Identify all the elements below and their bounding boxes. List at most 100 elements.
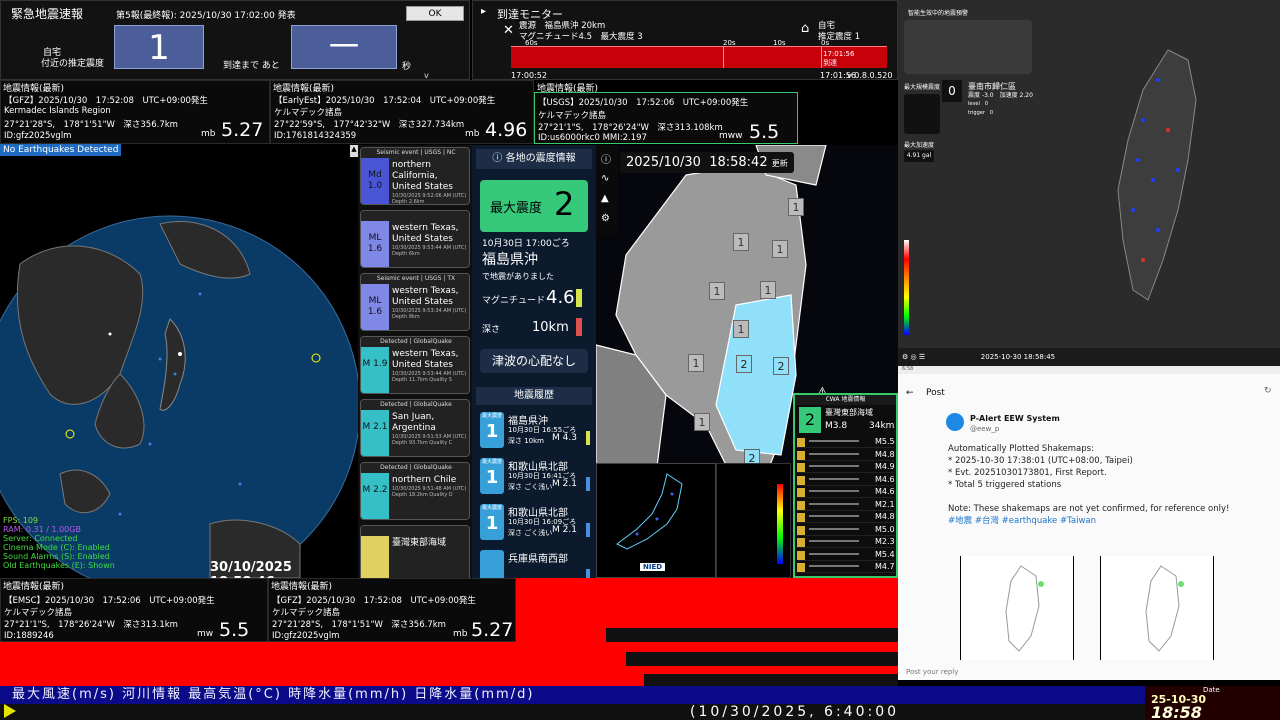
jp-occurred-text: で地震がありました xyxy=(482,272,554,281)
seismic-event-card[interactable]: Detected | GlobalQuake M 1.9 western Texas… xyxy=(360,336,470,394)
target-icon[interactable]: ◎ xyxy=(911,353,917,361)
cwa-row-badge xyxy=(797,450,805,460)
card-magnitude: ML 1.6 xyxy=(361,284,389,330)
cwa-row-mag: M2.1 xyxy=(875,499,895,509)
shakemap-image[interactable] xyxy=(960,556,1074,660)
post-author-handle[interactable]: @eew_p xyxy=(970,425,999,433)
history-row[interactable]: 最大震度 1 和歌山県北部 10月30日 16:09ごろ 深さ ごく浅い M 2.1 xyxy=(478,501,592,543)
jp-depth-bar xyxy=(576,318,582,336)
cwa-row[interactable]: M4.8 xyxy=(797,512,895,523)
jp-intensity-header: ⓘ 各地の震度情報 xyxy=(476,149,592,169)
eew-issue-info: 第5報(最終報): 2025/10/30 17:02:00 発表 xyxy=(116,11,296,21)
fps-stat: FPS: 109 xyxy=(3,516,39,525)
history-row[interactable]: 最大震度 1 和歌山県北部 10月30日 16:41ごろ 深さ ごく浅い M 2.1 xyxy=(478,455,592,497)
intensity-marker: 1 xyxy=(760,281,776,299)
seismic-event-card[interactable]: Seismic event | USGS | TX ML 1.6 western T… xyxy=(360,273,470,331)
globe-view[interactable]: No Earthquakes Detected FPS: 109 RAM: 0.… xyxy=(0,144,358,578)
history-depth: 深さ ごく浅い xyxy=(508,529,553,537)
cwa-row[interactable]: M5.5 xyxy=(797,437,895,448)
seismic-event-card[interactable]: Detected | GlobalQuake M 2.2 northern Chil… xyxy=(360,462,470,520)
history-row[interactable]: 最大震度 1 福島県沖 10月30日 16:55ごろ 深さ 10km M 4.3 xyxy=(478,409,592,451)
info-header: 地震情報(最新) xyxy=(3,84,65,94)
card-place: western Texas, United States xyxy=(392,223,459,244)
seismic-event-card[interactable]: Detected | GlobalQuake M 2.1 San Juan, Arg… xyxy=(360,399,470,457)
post-line: Note: These shakemaps are not yet confir… xyxy=(948,504,1230,514)
card-body: northern Chile 10/30/2025 9:51:48 AM (UTC… xyxy=(389,473,469,519)
tw-warning-box xyxy=(904,20,1032,74)
info-mag-type: mb xyxy=(201,129,216,139)
cwa-row[interactable]: M2.3 xyxy=(797,537,895,548)
history-int-value: 1 xyxy=(485,467,499,488)
info-icon[interactable]: ⓘ xyxy=(601,151,611,166)
play-icon[interactable] xyxy=(4,704,16,718)
cwa-row[interactable]: M5.0 xyxy=(797,525,895,536)
cwa-row-badge xyxy=(797,513,805,522)
ok-button[interactable]: OK xyxy=(406,6,464,21)
shakemap-image[interactable] xyxy=(1100,556,1214,660)
intensity-marker: 1 xyxy=(694,413,710,431)
tw-station-box xyxy=(904,94,940,134)
info-line4: ID:1889246 xyxy=(4,631,54,641)
monitor-version: v 0.8.0.520 xyxy=(847,71,893,80)
info-mag-type: mw xyxy=(197,629,214,639)
post-line: * Total 5 triggered stations xyxy=(948,480,1062,490)
intensity-marker: 1 xyxy=(688,354,704,372)
cwa-row[interactable]: M5.4 xyxy=(797,550,895,561)
card-caption xyxy=(361,211,469,221)
card-magnitude: M 2.1 xyxy=(361,410,389,456)
close-icon[interactable]: ✕ xyxy=(503,23,514,38)
history-place: 兵庫県南西部 xyxy=(508,554,568,565)
monitor-home-line1: 自宅 xyxy=(818,21,836,31)
cwa-row[interactable]: M2.1 xyxy=(797,499,895,511)
datetime-time: 18:58 xyxy=(1151,703,1202,720)
seismic-event-card[interactable]: ML 1.6 western Texas, United States 10/30/… xyxy=(360,210,470,268)
intensity-marker: 1 xyxy=(733,320,749,338)
nied-logo: NIED xyxy=(640,563,666,571)
tw-location-line2: 震度 -3.0 加速度 2.20 xyxy=(968,92,1033,99)
card-magnitude xyxy=(361,536,389,578)
card-meta: 10/30/2025 9:52:06 AM (UTC) Depth 2.6km xyxy=(392,193,467,205)
taiwan-map xyxy=(1117,49,1197,301)
jp-map[interactable]: ⓘ ∿ ▲ ⚙ 2025/10/30 18:58:42 更新 1 1 1 1 1… xyxy=(596,145,898,578)
cwa-row[interactable]: M4.7 xyxy=(797,562,895,573)
cwa-row[interactable]: M4.9 xyxy=(797,462,895,473)
back-arrow-icon[interactable]: ← xyxy=(906,388,914,398)
cwa-depth: 34km xyxy=(869,421,895,431)
post-hashtags[interactable]: #地震 #台灣 #earthquake #Taiwan xyxy=(948,515,1268,527)
card-meta: 10/30/2025 9:53:34 AM (UTC) Depth 8km xyxy=(392,308,467,320)
jp-quake-date: 10月30日 17:00ごろ xyxy=(482,239,570,249)
card-caption xyxy=(361,526,469,536)
cwa-row-mag: M4.9 xyxy=(875,462,895,471)
info-header: 地震情報(最新) xyxy=(537,84,599,94)
gear-icon[interactable]: ⚙ xyxy=(601,213,610,224)
seismic-event-list[interactable]: Seismic event | USGS | NC Md 1.0 northern … xyxy=(358,145,472,578)
history-tag: 最大震度 xyxy=(481,505,502,511)
black-bar xyxy=(644,674,898,686)
reply-input[interactable]: Post your reply xyxy=(906,668,958,676)
info-header: 地震情報(最新) xyxy=(3,582,65,592)
avatar[interactable] xyxy=(946,413,964,431)
jp-depth-row: 深さ 10km xyxy=(482,318,582,336)
cwa-row[interactable]: M4.6 xyxy=(797,487,895,498)
scroll-up-icon[interactable]: ▲ xyxy=(350,145,358,157)
ticker-row2: (10/30/2025, 6:40:00 xyxy=(0,704,1145,720)
quake-info-emsc: 地震情報(最新) 【EMSC】2025/10/30 17:52:06 UTC+0… xyxy=(0,578,268,642)
gear-icon[interactable]: ⚙ xyxy=(902,353,908,361)
list-icon[interactable]: ☰ xyxy=(919,353,925,361)
jp-seismic-minimap xyxy=(596,463,716,578)
cwa-row[interactable]: M4.6 xyxy=(797,474,895,486)
card-meta: 10/30/2025 9:53:44 AM (UTC) Depth 11.7km… xyxy=(392,371,467,383)
cwa-row[interactable]: M4.8 xyxy=(797,450,895,461)
seismic-event-card[interactable]: 臺灣東部海域 xyxy=(360,525,470,578)
seismic-event-card[interactable]: Seismic event | USGS | NC Md 1.0 northern … xyxy=(360,147,470,205)
quake-info-earlyest: 地震情報(最新) 【EarlyEst】2025/10/30 17:52:04 U… xyxy=(270,80,534,144)
wave-icon[interactable]: ∿ xyxy=(601,173,609,184)
post-author-name[interactable]: P-Alert EEW System xyxy=(970,414,1060,423)
refresh-icon[interactable]: ↻ xyxy=(1264,386,1272,396)
warning-icon[interactable]: ▲ xyxy=(601,193,609,204)
history-int-value: 1 xyxy=(485,421,499,442)
intensity-marker: 2 xyxy=(773,357,789,375)
cwa-row-mag: M4.6 xyxy=(875,474,895,484)
cwa-row-text-placeholder xyxy=(809,540,859,542)
card-magnitude: M 1.9 xyxy=(361,347,389,393)
